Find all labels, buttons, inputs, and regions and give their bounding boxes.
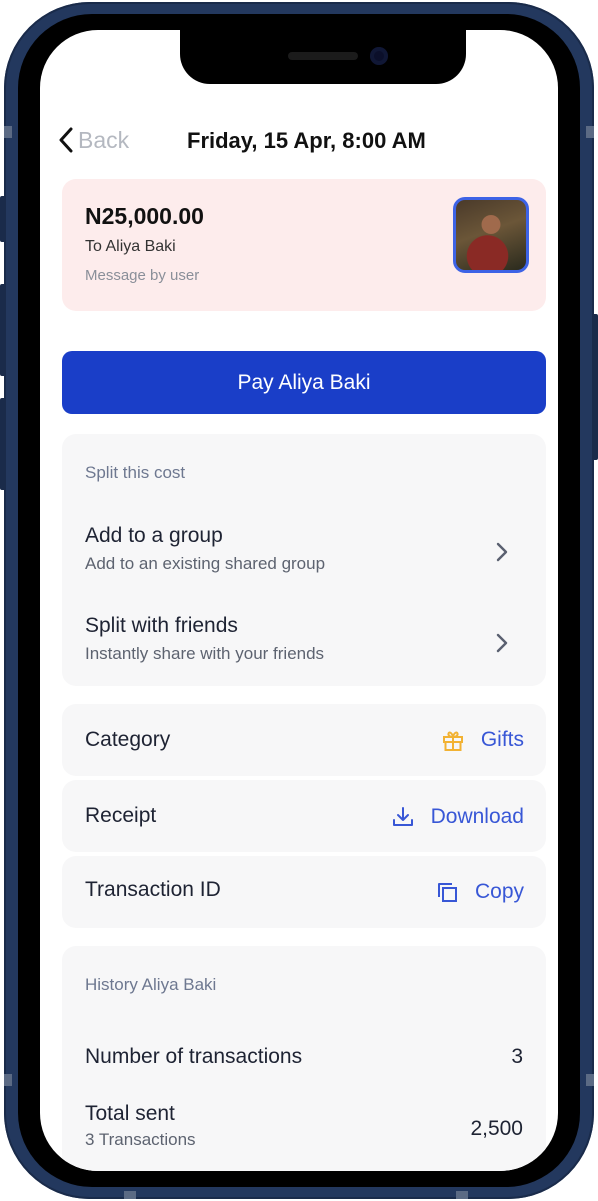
speaker [288, 52, 358, 60]
recipient-avatar[interactable] [453, 197, 529, 273]
payment-summary-card: N25,000.00 To Aliya Baki Message by user [62, 179, 546, 311]
phone-frame: Back Friday, 15 Apr, 8:00 AM N25,000.00 … [0, 2, 598, 1199]
antenna-band [456, 1191, 468, 1199]
volume-up-button [0, 284, 6, 376]
receipt-row: Receipt Download [62, 780, 546, 852]
pay-button[interactable]: Pay Aliya Baki [62, 351, 546, 414]
chevron-right-icon [496, 542, 508, 562]
header: Back Friday, 15 Apr, 8:00 AM [40, 120, 558, 160]
back-label: Back [78, 126, 130, 153]
antenna-band [586, 126, 594, 138]
payment-recipient: To Aliya Baki [85, 238, 176, 255]
mute-switch [0, 196, 6, 242]
category-value[interactable]: Gifts [441, 728, 524, 752]
history-panel: History Aliya Baki Number of transaction… [62, 946, 546, 1171]
chevron-left-icon [59, 127, 73, 153]
transaction-count-value: 3 [511, 1045, 523, 1068]
notch [180, 30, 466, 84]
total-sent-label: Total sent [85, 1102, 175, 1125]
receipt-label: Receipt [85, 804, 157, 827]
volume-down-button [0, 398, 6, 490]
back-button[interactable]: Back [58, 124, 129, 156]
split-cost-panel: Split this cost Add to a group Add to an… [62, 434, 546, 686]
antenna-band [4, 126, 12, 138]
copy-icon [437, 883, 457, 902]
gift-icon [442, 731, 463, 751]
page-title: Friday, 15 Apr, 8:00 AM [187, 128, 426, 153]
payment-message: Message by user [85, 267, 200, 284]
copy-label: Copy [474, 880, 524, 903]
payment-amount: N25,000.00 [85, 203, 204, 229]
total-sent-value: 2,500 [470, 1117, 523, 1140]
power-button [592, 314, 598, 460]
front-camera [370, 47, 388, 65]
download-label: Download [430, 805, 524, 828]
category-value-label: Gifts [480, 728, 524, 751]
antenna-band [124, 1191, 136, 1199]
total-sent-subtitle: 3 Transactions [85, 1130, 196, 1149]
history-heading: History Aliya Baki [85, 975, 217, 994]
add-to-group-subtitle: Add to an existing shared group [85, 554, 326, 573]
phone-bezel: Back Friday, 15 Apr, 8:00 AM N25,000.00 … [18, 14, 580, 1187]
copy-transaction-id-button[interactable]: Copy [435, 880, 524, 904]
download-icon [392, 807, 413, 826]
transaction-id-label: Transaction ID [85, 878, 221, 901]
split-with-friends-title: Split with friends [85, 614, 238, 637]
add-to-group-title: Add to a group [85, 524, 223, 547]
add-to-group-row[interactable]: Add to a group Add to an existing shared… [62, 510, 546, 590]
category-label: Category [85, 728, 171, 751]
screen: Back Friday, 15 Apr, 8:00 AM N25,000.00 … [40, 30, 558, 1171]
antenna-band [4, 1074, 12, 1086]
split-with-friends-subtitle: Instantly share with your friends [85, 644, 325, 663]
category-row: Category Gifts [62, 704, 546, 776]
chevron-right-icon [496, 633, 508, 653]
split-heading: Split this cost [85, 463, 186, 482]
split-with-friends-row[interactable]: Split with friends Instantly share with … [62, 600, 546, 680]
download-receipt-button[interactable]: Download [391, 805, 524, 829]
transaction-count-label: Number of transactions [85, 1045, 303, 1068]
transaction-id-row: Transaction ID Copy [62, 856, 546, 928]
antenna-band [586, 1074, 594, 1086]
